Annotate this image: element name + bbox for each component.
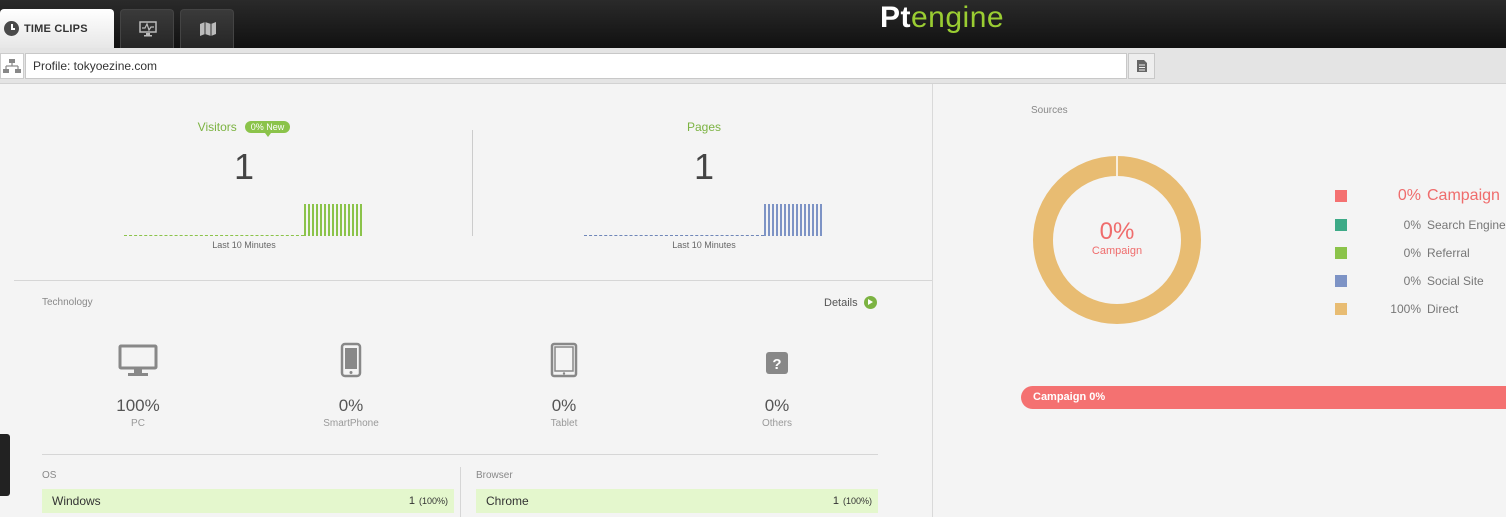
tech-smartphone: 0% SmartPhone	[281, 342, 421, 429]
logo-engine: engine	[911, 1, 1005, 34]
legend-referral[interactable]: 0% Referral	[1335, 245, 1470, 261]
tab-monitor[interactable]	[120, 9, 174, 48]
tech-pc: 100% PC	[68, 342, 208, 429]
profile-bar: Profile: tokyoezine.com	[0, 48, 1506, 84]
tablet-icon	[550, 342, 578, 378]
sitemap-icon[interactable]	[0, 53, 24, 79]
legend-social-site[interactable]: 0% Social Site	[1335, 273, 1484, 289]
legend-value: 0%	[1403, 218, 1421, 232]
question-icon: ?	[766, 352, 788, 374]
legend-direct[interactable]: 100% Direct	[1335, 301, 1458, 317]
logo-pt: Pt	[880, 1, 911, 34]
new-visitors-badge: 0% New	[244, 121, 291, 137]
os-browser-divider	[460, 467, 461, 517]
os-row-count: 1 (100%)	[408, 495, 448, 507]
svg-text:?: ?	[772, 356, 781, 373]
legend-name: Referral	[1427, 246, 1470, 260]
details-link[interactable]: Details	[824, 296, 877, 309]
legend-swatch	[1335, 219, 1347, 231]
desktop-icon	[118, 344, 158, 376]
tech-others: ? 0% Others	[707, 342, 847, 429]
visitors-title-text: Visitors	[197, 120, 237, 134]
visitors-caption: Last 10 Minutes	[212, 240, 276, 250]
legend-value: 0%	[1397, 187, 1421, 204]
tech-smartphone-name: SmartPhone	[323, 418, 379, 429]
legend-name: Social Site	[1427, 274, 1484, 288]
legend-name: Direct	[1427, 302, 1459, 316]
os-row-windows[interactable]: Windows 1 (100%)	[42, 489, 454, 513]
tech-divider	[42, 454, 878, 455]
tab-map[interactable]	[180, 9, 234, 48]
tab-time-clips-label: TIME CLIPS	[24, 22, 88, 35]
legend-swatch	[1335, 275, 1347, 287]
legend-name: Campaign	[1427, 187, 1500, 204]
legend-swatch	[1335, 247, 1347, 259]
browser-row-count: 1 (100%)	[832, 495, 872, 507]
tech-pc-name: PC	[131, 418, 145, 429]
pages-value: 1	[693, 146, 715, 187]
side-handle[interactable]	[0, 434, 10, 496]
legend-value: 0%	[1403, 246, 1421, 260]
legend-swatch	[1335, 303, 1347, 315]
tech-tablet: 0% Tablet	[494, 342, 634, 429]
tech-others-name: Others	[761, 418, 792, 429]
tech-tablet-pct: 0%	[551, 396, 577, 415]
top-header: TIME CLIPS Pt engine	[0, 0, 1506, 48]
visitors-stat: Visitors 0% New 1 Last 10 Minutes	[124, 120, 364, 250]
browser-title: Browser	[476, 470, 513, 481]
technology-title: Technology	[42, 297, 93, 308]
tech-pc-pct: 100%	[116, 396, 160, 415]
browser-row-chrome[interactable]: Chrome 1 (100%)	[476, 489, 878, 513]
browser-row-name: Chrome	[486, 494, 529, 508]
legend-value: 100%	[1390, 302, 1421, 316]
document-icon	[1137, 60, 1147, 72]
campaign-detail-bar[interactable]: Campaign 0%	[1021, 386, 1506, 409]
smartphone-icon	[340, 342, 362, 378]
legend-search-engine[interactable]: 0% Search Engine	[1335, 217, 1506, 233]
tech-others-pct: 0%	[764, 396, 790, 415]
os-title: OS	[42, 470, 57, 481]
tab-time-clips[interactable]: TIME CLIPS	[0, 9, 114, 48]
donut-center-pct: 0%	[1099, 218, 1135, 245]
sources-panel: Sources 0% Campaign 0% Campaign 0% Searc…	[933, 84, 1506, 517]
pages-title: Pages	[686, 120, 722, 134]
visitors-title: Visitors 0% New	[124, 120, 364, 137]
profile-selector[interactable]: Profile: tokyoezine.com	[25, 53, 1127, 79]
section-divider	[14, 280, 933, 281]
monitor-pulse-icon	[139, 21, 157, 37]
stats-divider	[472, 130, 473, 236]
tech-tablet-name: Tablet	[550, 418, 578, 429]
os-row-name: Windows	[52, 494, 101, 508]
visitors-sparkline	[124, 200, 364, 236]
details-label: Details	[824, 296, 858, 309]
sources-title: Sources	[1031, 105, 1068, 116]
pages-sparkline	[584, 200, 824, 236]
pages-stat: Pages 1 Last 10 Minutes	[584, 120, 824, 250]
legend-name: Search Engine	[1427, 218, 1506, 232]
clock-icon	[4, 21, 19, 36]
tech-smartphone-pct: 0%	[338, 396, 364, 415]
legend-swatch	[1335, 190, 1347, 202]
report-button[interactable]	[1128, 53, 1155, 79]
legend-value: 0%	[1403, 274, 1421, 288]
pages-caption: Last 10 Minutes	[672, 240, 736, 250]
donut-center-label: Campaign	[1091, 245, 1143, 257]
legend-campaign[interactable]: 0% Campaign	[1335, 187, 1500, 204]
map-icon	[200, 22, 216, 36]
visitors-value: 1	[233, 146, 255, 187]
left-panel: Visitors 0% New 1 Last 10 Minutes Pages 1…	[0, 84, 933, 517]
arrow-right-icon	[863, 296, 877, 309]
ptengine-logo: Pt engine	[880, 0, 1004, 36]
